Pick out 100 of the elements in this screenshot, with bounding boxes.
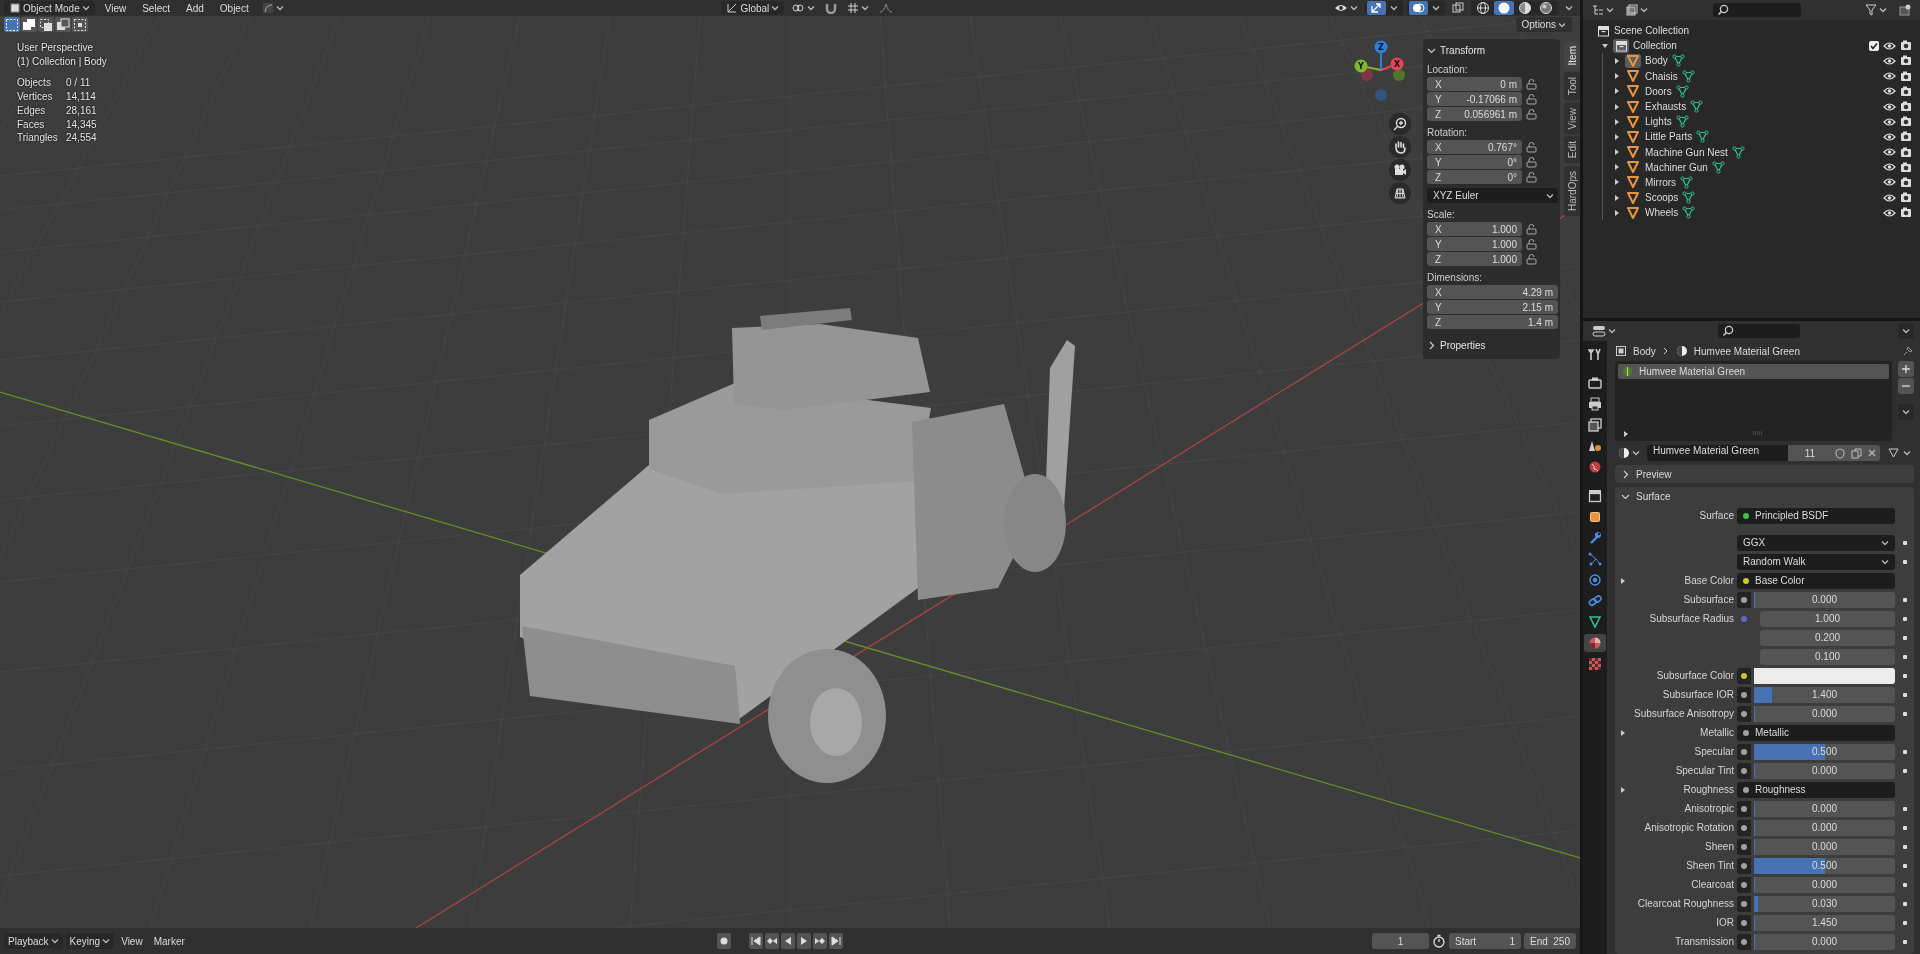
menu-item[interactable]: Playback bbox=[4, 933, 63, 949]
dropdown-field[interactable]: Random Walk bbox=[1737, 553, 1895, 570]
outliner-item[interactable]: Doors bbox=[1645, 85, 1672, 97]
slot-menu-dropdown[interactable] bbox=[1898, 404, 1914, 420]
number-field[interactable]: Z 1.4 m bbox=[1427, 315, 1558, 329]
transport-button[interactable] bbox=[813, 933, 828, 949]
socket-dot[interactable] bbox=[1743, 786, 1749, 793]
number-slider[interactable]: 0.000 bbox=[1754, 933, 1895, 950]
menu-item[interactable]: Object bbox=[213, 1, 255, 15]
transport-button[interactable] bbox=[749, 933, 764, 949]
outliner-item[interactable]: Machine Gun Nest bbox=[1645, 146, 1728, 158]
camera-icon[interactable] bbox=[1900, 146, 1912, 158]
eye-icon[interactable] bbox=[1883, 192, 1896, 203]
panel-header[interactable]: Preview bbox=[1615, 465, 1914, 483]
outliner-item[interactable]: Little Parts bbox=[1645, 131, 1693, 143]
exclude-checkbox[interactable] bbox=[1869, 40, 1879, 51]
disclosure-triangle-icon[interactable] bbox=[1613, 56, 1621, 65]
socket-dot[interactable] bbox=[1741, 843, 1747, 850]
padlock-icon[interactable] bbox=[1526, 223, 1538, 235]
pin-icon[interactable] bbox=[1902, 345, 1914, 357]
disclosure-triangle-icon[interactable] bbox=[1613, 87, 1621, 96]
mesh-object-icon[interactable] bbox=[1625, 175, 1641, 190]
eye-icon[interactable] bbox=[1883, 71, 1896, 82]
socket-dot[interactable] bbox=[1743, 729, 1749, 736]
fake-user-button[interactable] bbox=[1832, 445, 1848, 461]
linked-input-field[interactable]: Base Color bbox=[1737, 572, 1895, 589]
stopwatch-icon[interactable] bbox=[1432, 934, 1446, 948]
number-field[interactable]: Y 2.15 m bbox=[1427, 300, 1558, 314]
socket-dot[interactable] bbox=[1743, 512, 1749, 519]
socket-dot[interactable] bbox=[1741, 881, 1747, 888]
padlock-icon[interactable] bbox=[1526, 93, 1538, 105]
sidebar-tab[interactable]: Edit bbox=[1564, 136, 1580, 164]
current-frame-field[interactable]: 1 bbox=[1372, 933, 1429, 949]
outliner-item[interactable]: Scene Collection bbox=[1614, 25, 1690, 37]
eye-icon[interactable] bbox=[1883, 131, 1896, 142]
mesh-object-icon[interactable] bbox=[1625, 129, 1641, 144]
select-mode-button[interactable] bbox=[4, 17, 20, 32]
eye-icon[interactable] bbox=[1883, 162, 1896, 173]
camera-icon[interactable] bbox=[1900, 55, 1912, 67]
disclosure-triangle-icon[interactable] bbox=[1613, 117, 1621, 126]
number-slider[interactable]: 0.000 bbox=[1754, 762, 1895, 779]
padlock-icon[interactable] bbox=[1526, 156, 1538, 168]
shading-mode-button[interactable] bbox=[1494, 1, 1514, 15]
navigation-gizmo[interactable]: Z Y X bbox=[1353, 39, 1409, 103]
number-slider[interactable]: 1.400 bbox=[1754, 686, 1895, 703]
menu-item[interactable]: Marker bbox=[149, 933, 189, 949]
panel-header[interactable]: Transform bbox=[1427, 42, 1486, 58]
disclosure-triangle-icon[interactable] bbox=[1613, 178, 1621, 187]
unlink-button[interactable] bbox=[1864, 445, 1880, 461]
sidebar-tab[interactable]: Tool bbox=[1564, 72, 1580, 101]
remove-slot-button[interactable] bbox=[1898, 378, 1914, 394]
number-field[interactable]: Y 0° bbox=[1427, 155, 1522, 169]
socket-dot[interactable] bbox=[1741, 805, 1747, 812]
end-frame-field[interactable]: End 250 bbox=[1524, 933, 1576, 949]
eye-icon[interactable] bbox=[1883, 207, 1896, 218]
camera-icon[interactable] bbox=[1900, 192, 1912, 204]
eye-icon[interactable] bbox=[1883, 177, 1896, 188]
padlock-icon[interactable] bbox=[1526, 108, 1538, 120]
disclosure-triangle-icon[interactable] bbox=[1613, 72, 1621, 81]
menu-item[interactable]: Select bbox=[136, 1, 176, 15]
number-field[interactable]: 0.100 bbox=[1760, 648, 1895, 665]
duplicate-button[interactable] bbox=[1848, 445, 1864, 461]
transport-button[interactable] bbox=[797, 933, 812, 949]
xray-toggle[interactable] bbox=[1449, 1, 1467, 15]
number-field[interactable]: X 1.000 bbox=[1427, 222, 1522, 236]
socket-dot[interactable] bbox=[1741, 900, 1747, 907]
search-field[interactable] bbox=[1712, 3, 1801, 17]
transport-button[interactable] bbox=[765, 933, 780, 949]
expand-triangle-icon[interactable] bbox=[1619, 728, 1627, 737]
camera-icon[interactable] bbox=[1900, 207, 1912, 219]
record-button[interactable] bbox=[717, 933, 732, 949]
padlock-icon[interactable] bbox=[1526, 238, 1538, 250]
disclosure-triangle-icon[interactable] bbox=[1613, 193, 1621, 202]
number-field[interactable]: X 4.29 m bbox=[1427, 285, 1558, 299]
socket-dot[interactable] bbox=[1743, 577, 1749, 584]
socket-dot[interactable] bbox=[1741, 615, 1747, 622]
select-mode-button[interactable] bbox=[38, 17, 54, 32]
camera-icon[interactable] bbox=[1900, 40, 1912, 52]
color-swatch[interactable] bbox=[1754, 667, 1895, 684]
menu-item[interactable]: Keying bbox=[65, 933, 115, 949]
socket-dot[interactable] bbox=[1741, 748, 1747, 755]
rotation-mode-dropdown[interactable]: XYZ Euler bbox=[1427, 188, 1558, 203]
camera-icon[interactable] bbox=[1900, 116, 1912, 128]
menu-item[interactable]: View bbox=[98, 1, 133, 15]
socket-dot[interactable] bbox=[1741, 691, 1747, 698]
mesh-object-icon[interactable] bbox=[1625, 205, 1641, 220]
disclosure-triangle-icon[interactable] bbox=[1601, 41, 1609, 50]
select-mode-button[interactable] bbox=[72, 17, 88, 32]
options-dropdown[interactable] bbox=[1898, 323, 1914, 339]
number-slider[interactable]: 0.030 bbox=[1754, 895, 1895, 912]
number-slider[interactable]: 1.450 bbox=[1754, 914, 1895, 931]
outliner-item[interactable]: Collection bbox=[1633, 40, 1677, 52]
outliner-item[interactable]: Mirrors bbox=[1645, 176, 1677, 188]
panel-header[interactable]: Properties bbox=[1427, 337, 1486, 353]
mesh-object-icon[interactable] bbox=[1625, 145, 1641, 160]
add-slot-button[interactable] bbox=[1898, 361, 1914, 377]
mesh-object-icon[interactable] bbox=[1625, 114, 1641, 129]
menu-item[interactable]: Add bbox=[180, 1, 210, 15]
number-field[interactable]: Y 1.000 bbox=[1427, 237, 1522, 251]
socket-dot[interactable] bbox=[1741, 710, 1747, 717]
